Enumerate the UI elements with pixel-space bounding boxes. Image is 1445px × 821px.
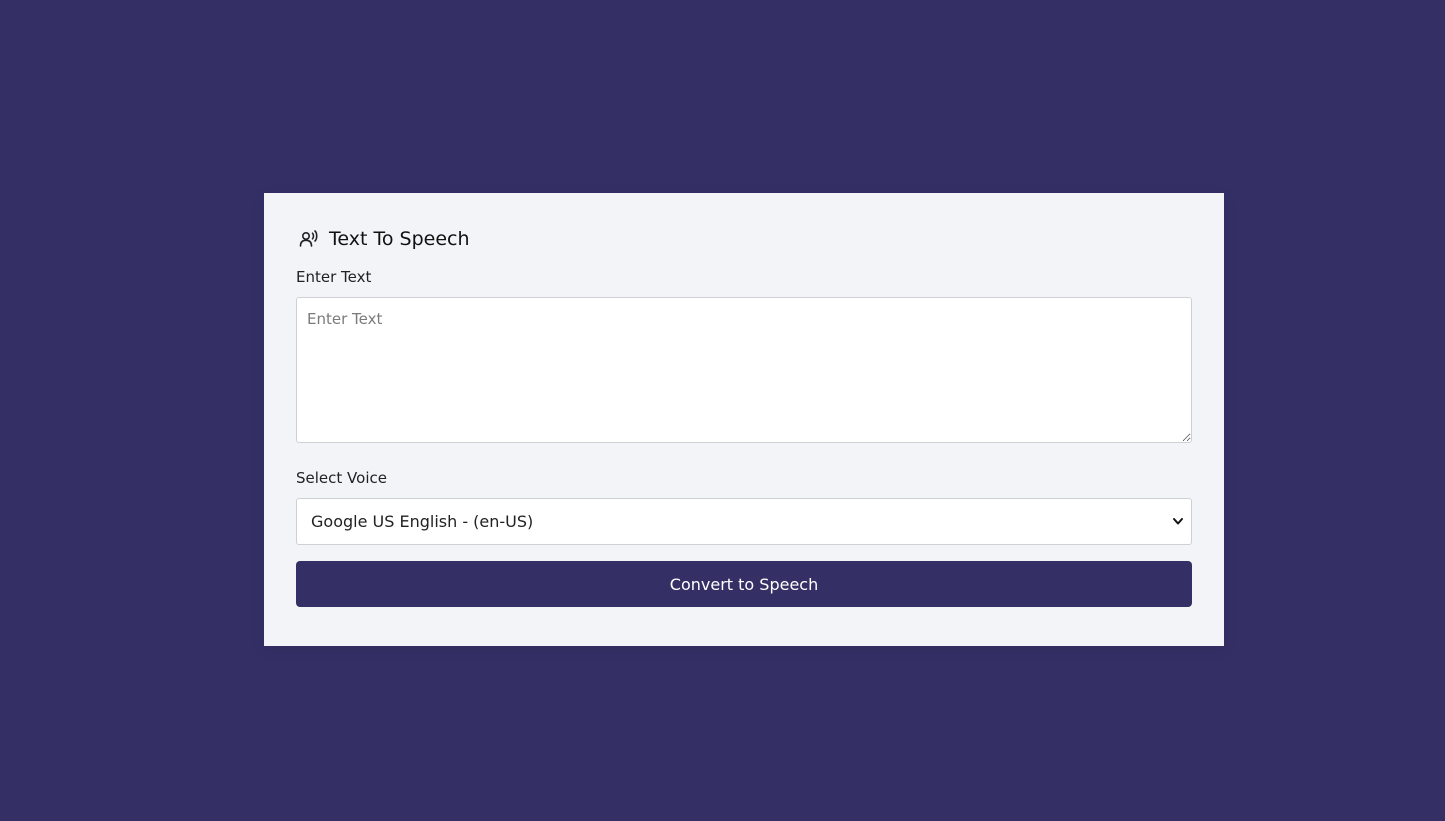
text-input[interactable] [296, 297, 1192, 443]
text-input-label: Enter Text [296, 268, 372, 286]
page-title: Text To Speech [329, 228, 470, 250]
voice-select-wrapper: Google US English - (en-US) [296, 498, 1192, 545]
tts-card: Text To Speech Enter Text Select Voice G… [264, 193, 1224, 646]
voice-select[interactable]: Google US English - (en-US) [296, 498, 1192, 545]
convert-to-speech-button[interactable]: Convert to Speech [296, 561, 1192, 607]
voice-select-label: Select Voice [296, 469, 387, 487]
card-header: Text To Speech [296, 225, 1192, 253]
speaker-person-icon [298, 228, 320, 250]
